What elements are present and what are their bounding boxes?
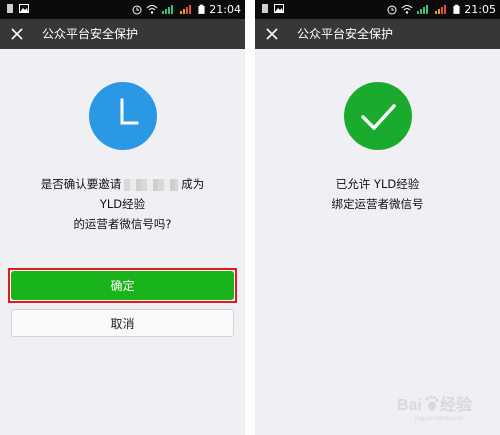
cancel-button[interactable]: 取消 [11, 309, 234, 337]
status-bar: 21:04 [0, 0, 245, 19]
signal-2-icon [435, 5, 447, 14]
close-icon[interactable] [264, 26, 280, 42]
message-text-part2: 成为 [181, 177, 205, 191]
redacted-account [124, 178, 179, 191]
signal-icon [162, 5, 174, 14]
alarm-icon [387, 5, 397, 15]
success-screen: 21:05 公众平台安全保护 已允许 YLD经验 绑定运营者微信号 Bai 经验… [255, 0, 500, 435]
success-message-line1: 已允许 YLD经验 [335, 177, 420, 191]
confirm-button[interactable]: 确定 [11, 271, 234, 300]
svg-text:jingyan.baidu.com: jingyan.baidu.com [414, 416, 463, 422]
baidu-watermark-logo: Bai 经验 jingyan.baidu.com [397, 395, 473, 422]
success-message-line2: 绑定运营者微信号 [331, 197, 424, 211]
storage-icon [7, 4, 13, 13]
image-notification-icon [19, 4, 29, 13]
close-icon[interactable] [9, 26, 25, 42]
signal-2-icon [180, 5, 192, 14]
wifi-icon [401, 5, 413, 14]
confirm-message-line2: YLD经验 [99, 197, 146, 211]
battery-icon [453, 4, 460, 14]
svg-text:经验: 经验 [440, 395, 473, 414]
status-bar: 21:05 [255, 0, 500, 19]
page-title: 公众平台安全保护 [297, 27, 394, 41]
svg-text:Bai: Bai [397, 397, 422, 414]
clock-icon [89, 82, 157, 150]
status-time: 21:05 [464, 3, 496, 16]
nav-bar: 公众平台安全保护 [255, 19, 500, 49]
confirm-screen: 21:04 公众平台安全保护 是否确认要邀请 成为 YLD经验 的运营者微信号吗?… [0, 0, 245, 435]
checkmark-icon [344, 82, 412, 150]
storage-icon [262, 4, 268, 13]
battery-icon [198, 4, 205, 14]
wifi-icon [146, 5, 158, 14]
signal-icon [417, 5, 429, 14]
status-time: 21:04 [209, 3, 241, 16]
confirm-message-line1: 是否确认要邀请 成为 [0, 174, 245, 194]
message-text-part1: 是否确认要邀请 [40, 177, 122, 191]
confirm-message-line3: 的运营者微信号吗? [73, 217, 172, 231]
page-title: 公众平台安全保护 [42, 27, 139, 41]
nav-bar: 公众平台安全保护 [0, 19, 245, 49]
image-notification-icon [274, 4, 284, 13]
alarm-icon [132, 5, 142, 15]
